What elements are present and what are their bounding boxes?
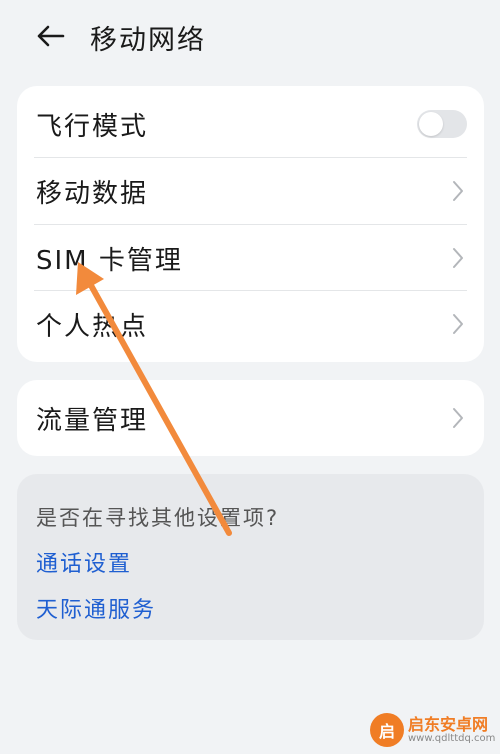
call-settings-link[interactable]: 通话设置 <box>36 546 132 578</box>
header-bar: 移动网络 <box>0 0 500 72</box>
skytone-service-link[interactable]: 天际通服务 <box>36 592 156 624</box>
suggestions-title: 是否在寻找其他设置项? <box>36 506 280 530</box>
sim-management-row[interactable]: SIM 卡管理 <box>17 225 484 291</box>
watermark-text: 启东安卓网 www.qdlttdq.com <box>408 716 495 745</box>
toggle-knob <box>419 112 443 136</box>
chevron-right-icon <box>453 248 463 268</box>
traffic-management-card: 流量管理 <box>17 380 484 456</box>
page-title: 移动网络 <box>90 25 206 56</box>
chevron-right-icon <box>453 181 463 201</box>
watermark-logo-icon: 启 <box>370 713 404 747</box>
airplane-mode-row[interactable]: 飞行模式 <box>17 91 484 157</box>
airplane-mode-label: 飞行模式 <box>36 111 149 142</box>
watermark-name: 启东安卓网 <box>408 714 489 734</box>
personal-hotspot-label: 个人热点 <box>36 311 149 342</box>
personal-hotspot-row[interactable]: 个人热点 <box>17 291 484 357</box>
watermark: 启 启东安卓网 www.qdlttdq.com <box>370 710 496 750</box>
airplane-mode-toggle[interactable] <box>417 110 467 138</box>
chevron-right-icon <box>453 314 463 334</box>
chevron-right-icon <box>453 408 463 428</box>
watermark-url: www.qdlttdq.com <box>408 733 496 745</box>
network-settings-card: 飞行模式 移动数据 SIM 卡管理 个人热点 <box>17 86 484 362</box>
mobile-data-row[interactable]: 移动数据 <box>17 158 484 224</box>
back-button[interactable] <box>28 16 72 56</box>
back-arrow-icon <box>37 25 65 47</box>
sim-management-label: SIM 卡管理 <box>36 245 183 276</box>
traffic-management-row[interactable]: 流量管理 <box>17 385 484 451</box>
traffic-management-label: 流量管理 <box>36 405 149 436</box>
suggestions-card: 是否在寻找其他设置项? 通话设置 天际通服务 <box>17 474 484 640</box>
mobile-data-label: 移动数据 <box>36 178 149 209</box>
